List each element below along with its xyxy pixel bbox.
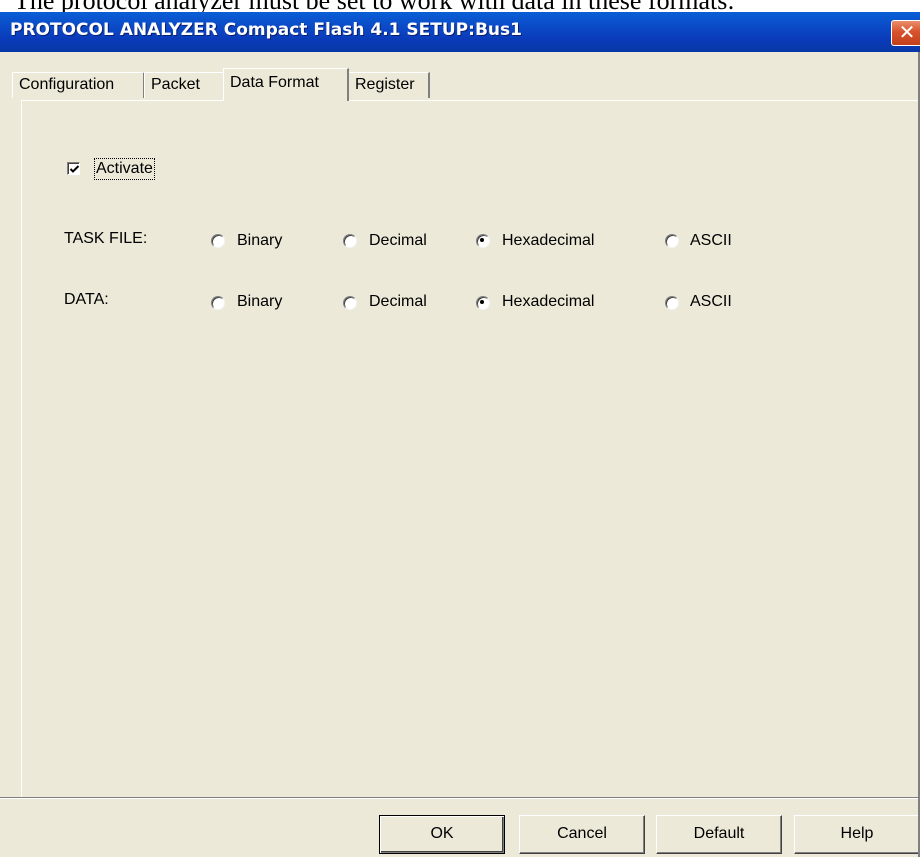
data-hexadecimal-label[interactable]: Hexadecimal (502, 293, 594, 311)
checkmark-icon (69, 165, 80, 173)
task-file-hexadecimal-label[interactable]: Hexadecimal (502, 232, 594, 250)
tab-strip: Configuration Packet Data Format Registe… (0, 52, 920, 101)
window-title: PROTOCOL ANALYZER Compact Flash 4.1 SETU… (10, 20, 522, 40)
help-button[interactable]: Help (794, 815, 920, 854)
tab-register[interactable]: Register (348, 72, 430, 98)
task-file-decimal-label[interactable]: Decimal (369, 232, 427, 250)
setup-dialog: PROTOCOL ANALYZER Compact Flash 4.1 SETU… (0, 12, 920, 857)
task-file-binary-label[interactable]: Binary (237, 232, 282, 250)
task-file-ascii-radio[interactable] (665, 234, 679, 248)
data-binary-label[interactable]: Binary (237, 293, 282, 311)
activate-checkbox[interactable] (67, 162, 80, 175)
title-bar[interactable]: PROTOCOL ANALYZER Compact Flash 4.1 SETU… (0, 12, 920, 52)
data-ascii-radio[interactable] (665, 296, 679, 310)
button-bar-separator (0, 797, 920, 799)
task-file-label: TASK FILE: (64, 230, 148, 247)
data-binary-radio[interactable] (211, 296, 225, 310)
default-button[interactable]: Default (656, 815, 782, 854)
cancel-button[interactable]: Cancel (519, 815, 645, 854)
task-file-decimal-radio[interactable] (343, 234, 357, 248)
data-ascii-label[interactable]: ASCII (690, 293, 732, 311)
data-decimal-radio[interactable] (343, 296, 357, 310)
task-file-hexadecimal-radio[interactable] (476, 234, 490, 248)
task-file-ascii-label[interactable]: ASCII (690, 232, 732, 250)
data-decimal-label[interactable]: Decimal (369, 293, 427, 311)
data-format-panel (21, 100, 920, 797)
task-file-binary-radio[interactable] (211, 234, 225, 248)
tab-configuration[interactable]: Configuration (12, 72, 145, 98)
data-hexadecimal-radio[interactable] (476, 296, 490, 310)
close-button[interactable]: ✕ (891, 20, 920, 46)
tab-packet[interactable]: Packet (144, 72, 225, 98)
tab-data-format[interactable]: Data Format (223, 68, 349, 101)
ok-button[interactable]: OK (379, 815, 505, 854)
data-label: DATA: (64, 291, 109, 308)
activate-label: Activate (94, 158, 155, 180)
close-icon: ✕ (898, 20, 916, 44)
